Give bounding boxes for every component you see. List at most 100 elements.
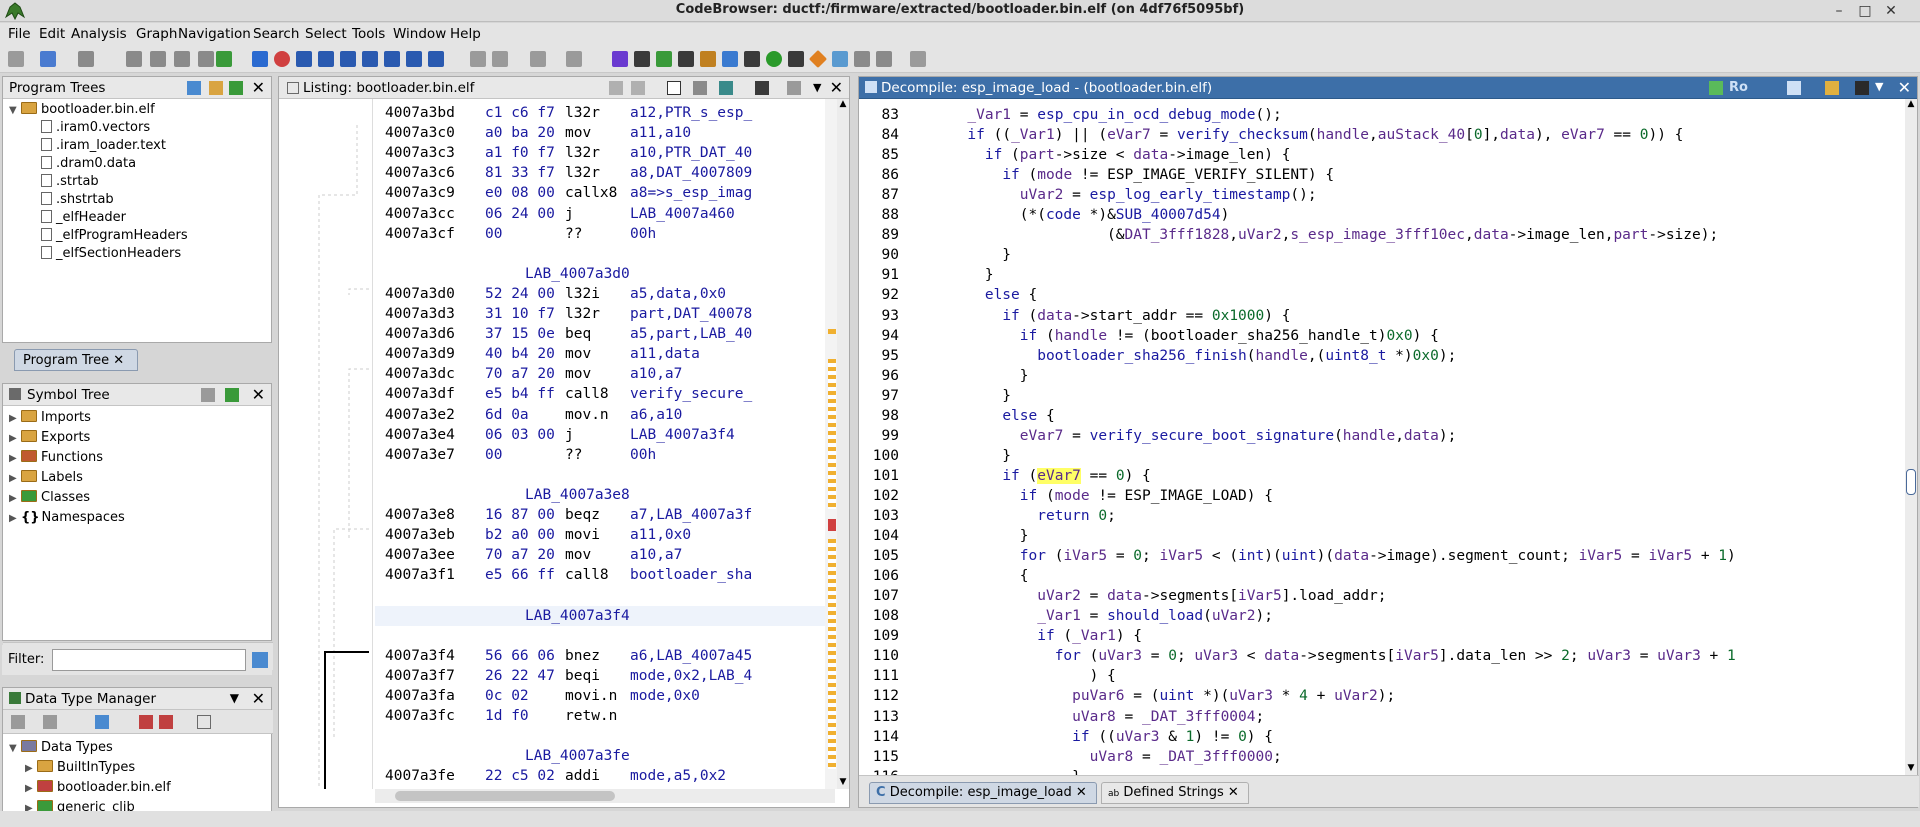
listing-instruction-row[interactable]: 4007a3fc 1d f0 retw.n: [375, 706, 825, 726]
listing-instruction-row[interactable]: 4007a3cc 06 24 00 j LAB_4007a460: [375, 204, 825, 224]
listing-label[interactable]: LAB_4007a3d0: [375, 264, 825, 284]
nav-icon[interactable]: [174, 51, 190, 67]
decompile-line[interactable]: 91 }: [859, 265, 994, 285]
tree-item[interactable]: _elfHeader: [41, 210, 126, 225]
decompile-line[interactable]: 106 {: [859, 566, 1029, 586]
decompile-icon[interactable]: [722, 51, 738, 67]
edit-icon[interactable]: [1825, 81, 1839, 95]
tree-item[interactable]: _elfProgramHeaders: [41, 228, 188, 243]
listing-instruction-row[interactable]: 4007a3f4 56 66 06 bnez a6,LAB_4007a45: [375, 646, 825, 666]
decompile-line[interactable]: 109 if (_Var1) {: [859, 626, 1142, 646]
tree-item[interactable]: _elfSectionHeaders: [41, 246, 181, 261]
collapse-icon[interactable]: [197, 715, 211, 729]
copy-icon[interactable]: [609, 81, 623, 95]
decompile-line[interactable]: 110 for (uVar3 = 0; uVar3 < data->segmen…: [859, 646, 1736, 666]
close-window-button[interactable]: ✕: [1882, 2, 1900, 20]
scroll-up-icon[interactable]: ▲: [1905, 99, 1917, 111]
bytes-icon[interactable]: [700, 51, 716, 67]
decompile-line[interactable]: 111 ) {: [859, 666, 1116, 686]
tab-decompile[interactable]: C Decompile: esp_image_load ✕: [869, 782, 1097, 804]
close-icon[interactable]: ✕: [252, 385, 265, 404]
listing-instruction-row[interactable]: 4007a3f1 e5 66 ff call8 bootloader_sha: [375, 565, 825, 585]
cursor-icon[interactable]: [667, 81, 681, 95]
decompile-line[interactable]: 99 eVar7 = verify_secure_boot_signature(…: [859, 426, 1457, 446]
decompile-scrollbar[interactable]: ▲ ▼: [1905, 99, 1917, 775]
close-tab-icon[interactable]: ✕: [113, 353, 124, 368]
tree-item[interactable]: .strtab: [41, 174, 99, 189]
tree-item[interactable]: .shstrtab: [41, 192, 114, 207]
format-icon[interactable]: [693, 81, 707, 95]
decompile-line[interactable]: 94 if (handle != (bootloader_sha256_hand…: [859, 326, 1439, 346]
console-icon[interactable]: [634, 51, 650, 67]
nav-icon[interactable]: [216, 51, 232, 67]
extension-icon[interactable]: [910, 51, 926, 67]
decompile-line[interactable]: 107 uVar2 = data->segments[iVar5].load_a…: [859, 586, 1387, 606]
listing-instruction-row[interactable]: 4007a3ee 70 a7 20 mov a10,a7: [375, 545, 825, 565]
listing-instruction-row[interactable]: 4007a3dc 70 a7 20 mov a10,a7: [375, 364, 825, 384]
decompile-line[interactable]: 97 }: [859, 386, 1012, 406]
nav-icon[interactable]: [126, 51, 142, 67]
tree-item[interactable]: .iram_loader.text: [41, 138, 166, 153]
listing-instruction-row[interactable]: 4007a3c9 e0 08 00 callx8 a8=>s_esp_imag: [375, 183, 825, 203]
undefined-icon[interactable]: [340, 51, 356, 67]
filter-icon[interactable]: [159, 715, 173, 729]
function-icon[interactable]: [384, 51, 400, 67]
debugger-icon[interactable]: [788, 51, 804, 67]
menu-select[interactable]: Select: [305, 26, 347, 42]
decompile-line[interactable]: 100 }: [859, 446, 1011, 466]
paste-icon[interactable]: [631, 81, 645, 95]
listing-instruction-row[interactable]: 4007a3eb b2 a0 00 movi a11,0x0: [375, 525, 825, 545]
menu-analysis[interactable]: Analysis: [71, 26, 127, 42]
decompile-line[interactable]: 115 uVar8 = _DAT_3fff0000;: [859, 747, 1282, 767]
listing-instruction-row[interactable]: 4007a3d6 37 15 0e beq a5,part,LAB_40: [375, 324, 825, 344]
listing-instruction-row[interactable]: 4007a3d3 31 10 f7 l32r part,DAT_40078: [375, 304, 825, 324]
cut-icon[interactable]: [470, 51, 486, 67]
dtm-item[interactable]: ▶ bootloader.bin.elf: [25, 780, 171, 795]
undo-icon[interactable]: [530, 51, 546, 67]
save-icon[interactable]: [8, 51, 24, 67]
close-icon[interactable]: ✕: [1898, 78, 1911, 97]
back-icon[interactable]: [40, 51, 56, 67]
listing-instruction-row[interactable]: 4007a3c3 a1 f0 f7 l32r a10,PTR_DAT_40: [375, 143, 825, 163]
listing-hscroll[interactable]: [375, 789, 835, 803]
decompile-line[interactable]: 88 (*(code *)&SUB_40007d54): [859, 205, 1230, 225]
decompile-line[interactable]: 114 if ((uVar3 & 1) != 0) {: [859, 727, 1273, 747]
close-tab-icon[interactable]: ✕: [1228, 785, 1239, 800]
variable-icon[interactable]: [406, 51, 422, 67]
tree-item[interactable]: .iram0.vectors: [41, 120, 150, 135]
decompile-line[interactable]: 104 }: [859, 526, 1029, 546]
tab-defined-strings[interactable]: ab Defined Strings ✕: [1101, 782, 1249, 804]
scroll-thumb[interactable]: [1906, 469, 1916, 495]
decompile-line[interactable]: 98 else {: [859, 406, 1055, 426]
decompile-line[interactable]: 108 _Var1 = should_load(uVar2);: [859, 606, 1273, 626]
decompile-line[interactable]: 113 uVar8 = _DAT_3fff0004;: [859, 707, 1264, 727]
menu-navigation[interactable]: Navigation: [178, 26, 251, 42]
listing-instruction-row[interactable]: 4007a3e2 6d 0a mov.n a6,a10: [375, 405, 825, 425]
scroll-down-icon[interactable]: ▼: [837, 777, 849, 789]
filter-icon[interactable]: [139, 715, 153, 729]
decompile-line[interactable]: 83 _Var1 = esp_cpu_in_ocd_debug_mode();: [859, 105, 1282, 125]
forward-icon[interactable]: [78, 51, 94, 67]
decompile-line[interactable]: 85 if (part->size < data->image_len) {: [859, 145, 1291, 165]
scroll-up-icon[interactable]: ▲: [837, 99, 849, 111]
diff-icon[interactable]: [719, 81, 733, 95]
menu-window[interactable]: Window: [393, 26, 446, 42]
nav-icon[interactable]: [198, 51, 214, 67]
listing-instruction-row[interactable]: 4007a3f7 26 22 47 beqi mode,0x2,LAB_4: [375, 666, 825, 686]
bookmark-icon[interactable]: [428, 51, 444, 67]
terminal-icon[interactable]: [744, 51, 760, 67]
menu-graph[interactable]: Graph: [136, 26, 177, 42]
hscroll-thumb[interactable]: [395, 791, 615, 801]
symbol-tree-item[interactable]: ▶ Exports: [9, 430, 90, 445]
copy-icon[interactable]: [492, 51, 508, 67]
menu-icon[interactable]: ▼: [1875, 80, 1883, 93]
listing-instruction-row[interactable]: 4007a3fe 22 c5 02 addi mode,a5,0x2: [375, 766, 825, 786]
menu-search[interactable]: Search: [253, 26, 299, 42]
symbol-tree-item[interactable]: ▶{} Namespaces: [9, 510, 125, 525]
nav-icon[interactable]: [150, 51, 166, 67]
listing-instruction-row[interactable]: 4007a3e7 00?? 00h: [375, 445, 825, 465]
decompile-line[interactable]: 90 }: [859, 245, 1012, 265]
decompile-line[interactable]: 116 }: [859, 767, 1081, 775]
listing-scrollbar[interactable]: ▲ ▼: [837, 99, 849, 789]
symbol-tree-item[interactable]: ▶ Functions: [9, 450, 103, 465]
